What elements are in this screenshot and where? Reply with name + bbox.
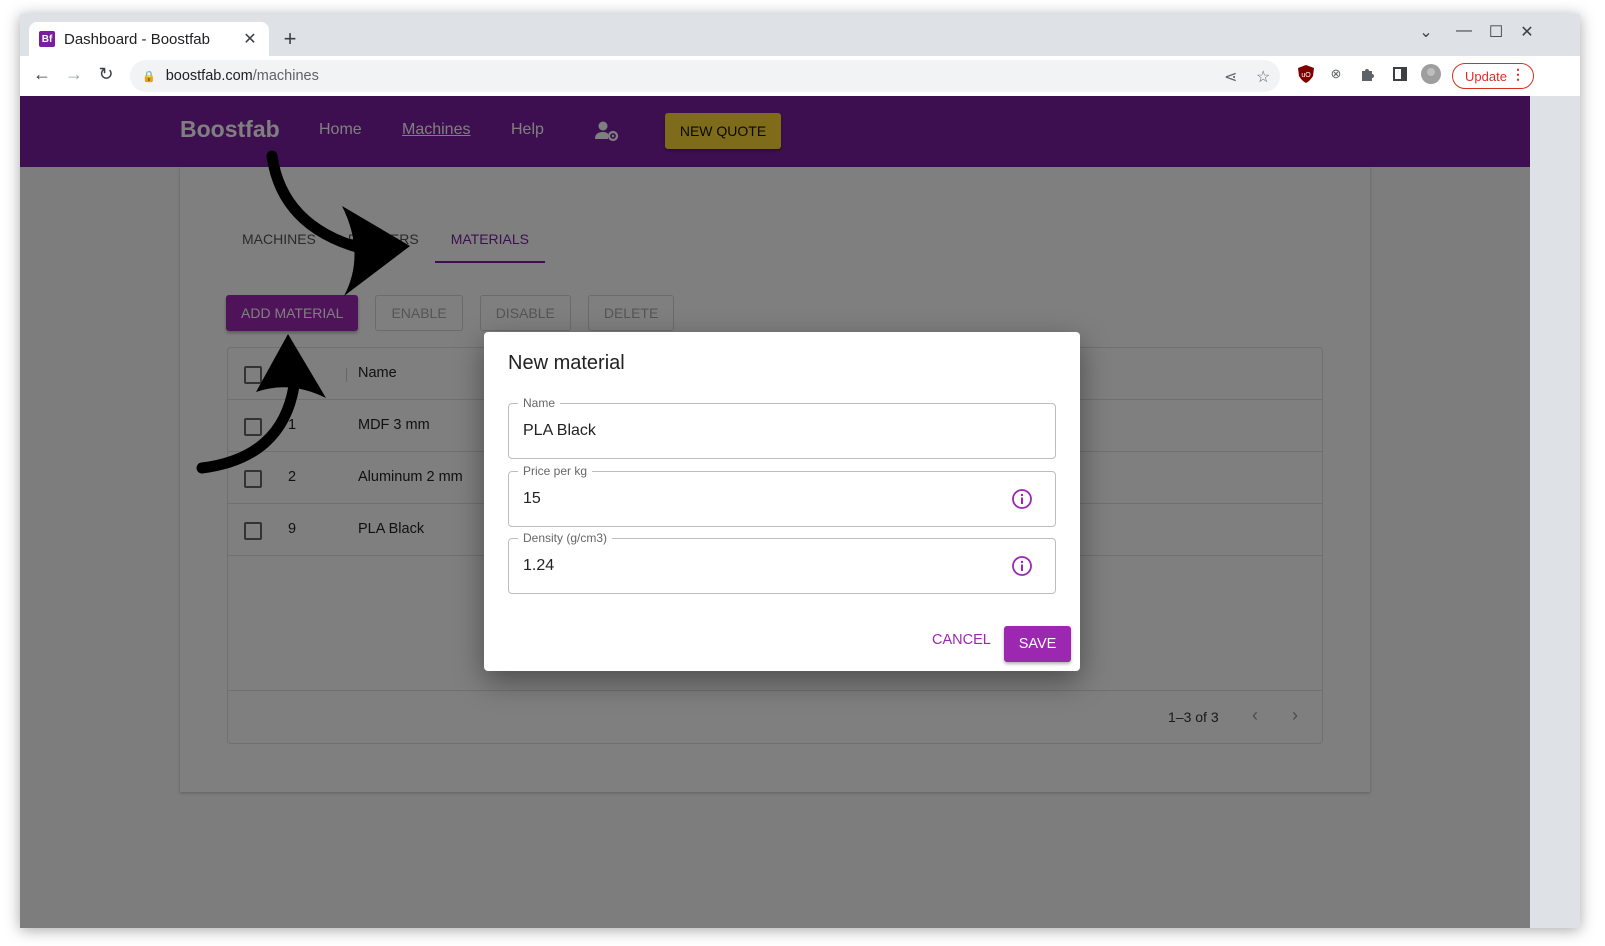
bookmark-star-icon[interactable]: ☆ [1256,67,1270,87]
name-field-value[interactable]: PLA Black [523,422,596,440]
tab-strip: Bf Dashboard - Boostfab ✕ + ⌄ — ☐ ✕ [20,14,1580,56]
favicon-icon: Bf [39,31,55,47]
maximize-icon[interactable]: ☐ [1486,22,1506,42]
ublock-extension-icon[interactable]: uO [1296,64,1316,84]
browser-tab[interactable]: Bf Dashboard - Boostfab ✕ [29,22,269,56]
save-button[interactable]: SAVE [1004,626,1071,662]
close-window-icon[interactable]: ✕ [1517,22,1537,42]
new-material-dialog: New material Name PLA Black Price per kg… [484,332,1080,671]
minimize-icon[interactable]: — [1454,22,1474,40]
back-icon[interactable]: ← [30,64,54,85]
close-tab-icon[interactable]: ✕ [241,29,259,49]
grammar-extension-icon[interactable]: ⊗ [1326,64,1346,84]
update-label: Update [1465,68,1507,84]
price-field-label: Price per kg [518,464,593,478]
new-tab-icon[interactable]: + [278,26,302,52]
info-icon[interactable] [1011,555,1033,577]
density-field[interactable]: Density (g/cm3) 1.24 [508,531,1056,594]
browser-window: Bf Dashboard - Boostfab ✕ + ⌄ — ☐ ✕ ← → … [20,14,1580,928]
dialog-title: New material [508,352,625,374]
cancel-button[interactable]: CANCEL [932,632,991,648]
url-path: /machines [252,68,319,84]
name-field[interactable]: Name PLA Black [508,396,1056,459]
price-field-value[interactable]: 15 [523,490,541,508]
density-field-label: Density (g/cm3) [518,531,613,545]
info-icon[interactable] [1011,488,1033,510]
update-button[interactable]: Update ⋮ [1452,63,1534,89]
lock-icon: 🔒 [142,70,156,83]
web-app: Boostfab Home Machines Help NEW QUOTE MA… [20,96,1530,928]
browser-toolbar: ← → ↻ 🔒 boostfab.com/machines ⋖ ☆ [20,56,1580,96]
url-host: boostfab.com [165,68,253,84]
forward-icon[interactable]: → [62,64,86,85]
price-per-kg-field[interactable]: Price per kg 15 [508,464,1056,527]
reload-icon[interactable]: ↻ [94,64,118,85]
address-bar[interactable]: 🔒 boostfab.com/machines ⋖ ☆ [130,60,1280,92]
menu-dots-icon: ⋮ [1511,66,1525,82]
extensions-puzzle-icon[interactable] [1358,64,1378,84]
profile-avatar[interactable] [1421,64,1441,84]
name-field-label: Name [518,396,561,410]
tab-search-icon[interactable]: ⌄ [1416,22,1436,42]
side-panel-icon[interactable] [1390,64,1410,84]
tab-title: Dashboard - Boostfab [64,30,210,48]
density-field-value[interactable]: 1.24 [523,557,554,575]
share-icon[interactable]: ⋖ [1224,67,1237,87]
svg-text:uO: uO [1301,72,1311,79]
